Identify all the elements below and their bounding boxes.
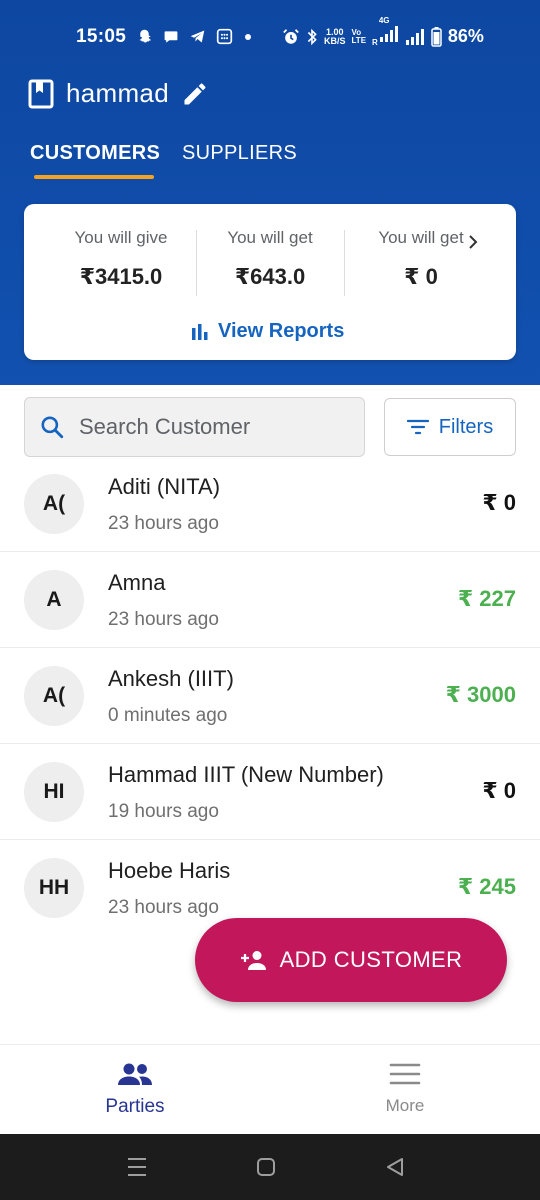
filters-label: Filters — [438, 415, 494, 438]
network-speed-unit: KB/S — [324, 35, 346, 46]
customer-row[interactable]: A( Aditi (NITA) 23 hours ago ₹ 0 — [0, 456, 540, 552]
customer-balance: ₹ 227 — [457, 586, 516, 611]
status-bar: 15:05 1.00 KB/S Vo LTE R 4G 86% — [0, 17, 540, 54]
status-time: 15:05 — [76, 26, 127, 47]
view-reports-label: View Reports — [218, 320, 345, 342]
tab-suppliers[interactable]: SUPPLIERS — [182, 142, 297, 165]
dot-icon — [245, 33, 251, 40]
app-grid-icon — [216, 28, 233, 45]
customer-last-updated: 23 hours ago — [108, 897, 219, 918]
add-customer-label: ADD CUSTOMER — [279, 947, 463, 972]
business-name: hammad — [66, 78, 169, 108]
nav-more[interactable]: More — [335, 1061, 475, 1116]
customer-name: Ankesh (IIIT) — [108, 666, 234, 691]
avatar: A( — [24, 474, 84, 534]
summary-divider — [344, 230, 345, 296]
home-icon[interactable] — [256, 1156, 276, 1178]
bar-chart-icon — [192, 323, 208, 340]
snapchat-icon — [139, 29, 152, 43]
filters-button[interactable]: Filters — [384, 398, 516, 456]
summary-give-value: ₹3415.0 — [79, 264, 163, 289]
customer-row[interactable]: A( Ankesh (IIIT) 0 minutes ago ₹ 3000 — [0, 648, 540, 744]
alarm-icon — [283, 28, 299, 44]
summary-get: You will get ₹643.0 — [196, 228, 344, 290]
menu-icon — [389, 1063, 421, 1085]
avatar: HI — [24, 762, 84, 822]
signal-strength-icon — [379, 26, 398, 42]
nav-more-label: More — [385, 1096, 425, 1115]
chevron-right-icon[interactable] — [466, 234, 480, 250]
summary-get-label: You will get — [227, 228, 313, 247]
edit-pencil-icon[interactable] — [181, 80, 209, 108]
people-icon — [118, 1063, 152, 1085]
notification-icons — [136, 28, 253, 45]
customer-name: Aditi (NITA) — [108, 474, 221, 499]
app-header: 15:05 1.00 KB/S Vo LTE R 4G 86% hammad C… — [0, 0, 540, 385]
customer-list: A( Aditi (NITA) 23 hours ago ₹ 0 A Amna … — [0, 456, 540, 936]
back-icon[interactable] — [385, 1156, 405, 1178]
customer-name: Hoebe Haris — [108, 858, 231, 883]
nav-parties[interactable]: Parties — [65, 1061, 205, 1118]
volte-indicator: Vo LTE — [351, 28, 367, 45]
bluetooth-icon — [307, 28, 317, 45]
active-tab-indicator — [34, 175, 154, 179]
add-person-icon — [240, 951, 266, 970]
customer-row[interactable]: HI Hammad IIIT (New Number) 19 hours ago… — [0, 744, 540, 840]
filter-lines-icon — [406, 419, 429, 435]
telegram-icon — [190, 30, 205, 43]
add-customer-button[interactable]: ADD CUSTOMER — [195, 918, 507, 1002]
summary-get-2-value: ₹ 0 — [404, 264, 438, 289]
customer-balance: ₹ 3000 — [445, 682, 516, 707]
view-reports-button[interactable]: View Reports — [190, 320, 344, 343]
search-input[interactable] — [79, 414, 339, 440]
roaming-indicator: R — [372, 38, 378, 47]
balance-summary-card: You will give ₹3415.0 You will get ₹643.… — [24, 204, 516, 360]
summary-get-value: ₹643.0 — [234, 264, 306, 289]
customer-name: Hammad IIIT (New Number) — [108, 762, 384, 787]
summary-give-label: You will give — [74, 228, 168, 247]
net-type: 4G — [378, 16, 390, 25]
avatar: A — [24, 570, 84, 630]
chat-bubble-icon — [164, 30, 178, 43]
customer-row[interactable]: A Amna 23 hours ago ₹ 227 — [0, 552, 540, 648]
customer-last-updated: 23 hours ago — [108, 513, 219, 534]
nav-parties-label: Parties — [105, 1096, 165, 1117]
search-bar[interactable] — [24, 397, 365, 457]
book-icon — [28, 79, 54, 108]
network-speed: 1.00 KB/S — [324, 27, 346, 46]
customer-balance: ₹ 0 — [482, 490, 516, 515]
volte-bottom: LTE — [351, 35, 367, 45]
tab-customers[interactable]: CUSTOMERS — [30, 142, 160, 165]
bottom-navigation: Parties More — [0, 1044, 540, 1134]
customer-last-updated: 0 minutes ago — [108, 705, 228, 726]
system-status-icons: 1.00 KB/S Vo LTE R 4G 86% — [282, 17, 484, 47]
customer-last-updated: 23 hours ago — [108, 609, 219, 630]
business-book-title[interactable]: hammad — [28, 78, 209, 109]
battery-percent: 86% — [447, 26, 484, 46]
party-type-tabs: CUSTOMERS SUPPLIERS — [0, 138, 540, 184]
battery-icon — [431, 26, 442, 47]
system-navigation-bar — [0, 1134, 540, 1200]
customer-balance: ₹ 245 — [457, 874, 516, 899]
search-icon — [41, 416, 64, 439]
recent-apps-icon[interactable] — [127, 1156, 147, 1178]
customer-balance: ₹ 0 — [482, 778, 516, 803]
summary-give: You will give ₹3415.0 — [46, 228, 196, 290]
customer-last-updated: 19 hours ago — [108, 801, 219, 822]
signal-strength-2-icon — [405, 28, 424, 45]
customer-name: Amna — [108, 570, 166, 595]
avatar: A( — [24, 666, 84, 726]
avatar: HH — [24, 858, 84, 918]
